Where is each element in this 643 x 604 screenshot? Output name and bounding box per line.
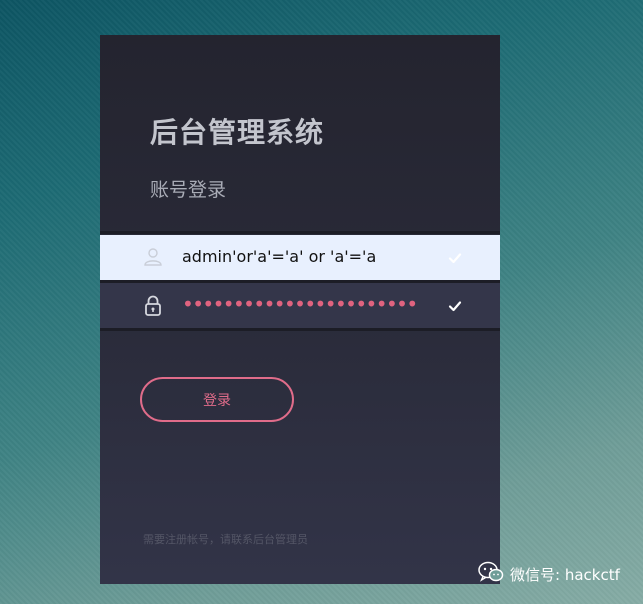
watermark-text: 微信号: hackctf bbox=[510, 565, 620, 584]
check-icon bbox=[448, 298, 462, 312]
user-icon bbox=[143, 247, 163, 267]
divider bbox=[100, 328, 500, 331]
password-field[interactable]: ••••••••••••••••••••••• bbox=[100, 283, 500, 328]
password-input[interactable]: ••••••••••••••••••••••• bbox=[182, 292, 418, 316]
login-panel: 后台管理系统 账号登录 admin'or'a'='a' or 'a'='a ••… bbox=[100, 35, 500, 584]
check-icon bbox=[448, 250, 462, 264]
login-subtitle: 账号登录 bbox=[150, 179, 227, 201]
wechat-icon bbox=[478, 561, 504, 587]
watermark: 微信号: hackctf bbox=[478, 561, 620, 587]
login-button[interactable]: 登录 bbox=[140, 377, 294, 422]
register-hint: 需要注册帐号，请联系后台管理员 bbox=[143, 533, 308, 546]
username-field[interactable]: admin'or'a'='a' or 'a'='a bbox=[100, 235, 500, 280]
app-title: 后台管理系统 bbox=[150, 116, 325, 149]
lock-icon bbox=[143, 295, 163, 316]
divider bbox=[100, 231, 500, 234]
username-input[interactable]: admin'or'a'='a' or 'a'='a bbox=[182, 247, 376, 266]
